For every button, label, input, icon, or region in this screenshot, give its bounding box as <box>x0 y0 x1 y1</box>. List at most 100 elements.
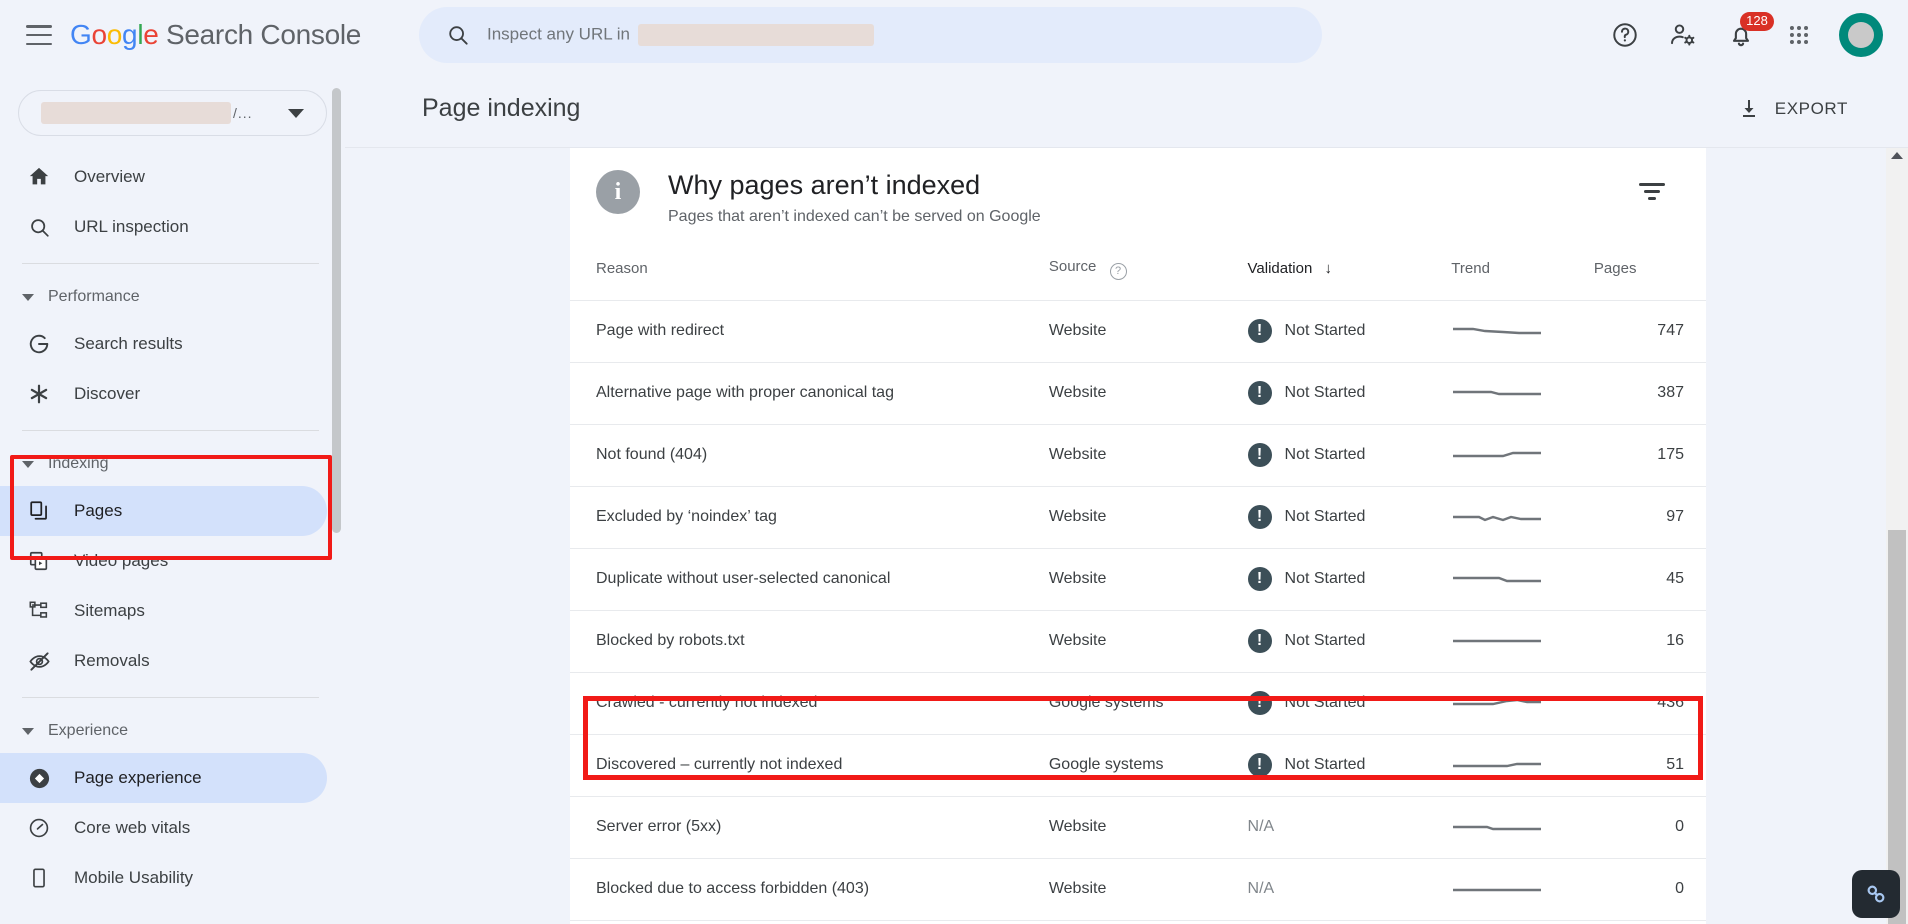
info-icon: i <box>596 170 640 214</box>
sidebar-item-mobile-usability[interactable]: Mobile Usability <box>0 853 327 903</box>
page-title: Page indexing <box>422 94 581 122</box>
column-header-reason[interactable]: Reason <box>570 244 1049 301</box>
speedometer-icon <box>26 815 52 841</box>
cell-reason[interactable]: Page with redirect <box>570 300 1049 363</box>
search-placeholder-prefix: Inspect any URL in <box>487 24 630 44</box>
table-header-row: Reason Source ? Validation ↓ Trend Pages <box>570 244 1706 301</box>
account-settings-icon[interactable] <box>1654 6 1712 64</box>
cell-validation: ! Not Started <box>1247 486 1452 549</box>
sidebar-item-url-inspection[interactable]: URL inspection <box>0 202 327 252</box>
sidebar-scrollbar[interactable] <box>332 88 341 533</box>
cell-source: Website <box>1048 858 1248 921</box>
cell-reason[interactable]: Blocked by robots.txt <box>570 610 1049 673</box>
sidebar-item-video-pages[interactable]: Video pages <box>0 536 327 586</box>
cell-trend <box>1451 734 1594 797</box>
cell-pages: 45 <box>1593 548 1706 611</box>
sidebar-item-label: Mobile Usability <box>74 868 194 887</box>
notifications-bell-icon[interactable]: 128 <box>1712 6 1774 64</box>
table-row[interactable]: Alternative page with proper canonical t… <box>570 362 1706 425</box>
warning-exclamation-icon: ! <box>1247 629 1272 654</box>
cell-pages: 51 <box>1593 734 1706 797</box>
sidebar-item-pages[interactable]: Pages <box>0 486 327 536</box>
sidebar-item-discover[interactable]: Discover <box>0 369 327 419</box>
cell-source: Website <box>1048 610 1248 673</box>
validation-status-label: Not Started <box>1284 384 1366 402</box>
card-title: Why pages aren’t indexed <box>668 170 981 200</box>
table-row[interactable]: Page with redirect Website! Not Started 747 <box>570 300 1706 363</box>
cell-trend <box>1451 424 1594 487</box>
column-header-pages[interactable]: Pages <box>1593 244 1706 301</box>
scrollbar-thumb[interactable] <box>1888 530 1906 924</box>
card-subtitle: Pages that aren’t indexed can’t be serve… <box>668 208 1041 226</box>
sidebar-item-overview[interactable]: Overview <box>0 152 327 202</box>
url-inspection-search-box[interactable]: Inspect any URL in <box>419 7 1322 63</box>
export-label: EXPORT <box>1774 98 1848 118</box>
table-row[interactable]: Excluded by ‘noindex’ tag Website! Not Sta… <box>570 486 1706 549</box>
export-button[interactable]: EXPORT <box>1729 89 1856 129</box>
sidebar-item-page-experience[interactable]: Page experience <box>0 753 327 803</box>
cell-reason[interactable]: Blocked due to access forbidden (403) <box>570 858 1049 921</box>
cell-validation: ! Not Started <box>1247 672 1452 735</box>
cell-reason[interactable]: Not found (404) <box>570 424 1049 487</box>
why-pages-arent-indexed-card: i Why pages aren’t indexed Pages that ar… <box>570 148 1706 924</box>
help-circle-icon[interactable]: ? <box>1109 262 1127 280</box>
sidebar-group-indexing[interactable]: Indexing <box>0 442 345 486</box>
sidebar-item-sitemaps[interactable]: Sitemaps <box>0 586 327 636</box>
sidebar-item-label: Discover <box>74 384 141 403</box>
filter-icon[interactable] <box>1634 176 1670 206</box>
cell-trend <box>1451 672 1594 735</box>
column-header-source[interactable]: Source ? <box>1048 244 1248 301</box>
page-header: Page indexing EXPORT <box>345 70 1908 148</box>
hamburger-menu-icon[interactable] <box>26 25 52 45</box>
help-circle-icon[interactable] <box>1596 6 1654 64</box>
browser-scrollbar[interactable] <box>1886 148 1908 924</box>
floating-extension-button[interactable] <box>1852 870 1900 918</box>
sidebar-group-experience[interactable]: Experience <box>0 709 345 753</box>
validation-status-label: Not Started <box>1284 632 1366 650</box>
trend-sparkline <box>1453 639 1542 643</box>
cell-trend <box>1451 858 1594 921</box>
link-chain-icon <box>1867 885 1885 903</box>
column-header-label: Reason <box>596 260 648 278</box>
cell-pages: 387 <box>1593 362 1706 425</box>
mobile-phone-icon <box>26 865 52 891</box>
table-row[interactable]: Crawled - currently not indexed Google sy… <box>570 672 1706 735</box>
cell-reason[interactable]: Discovered – currently not indexed <box>570 734 1049 797</box>
table-row[interactable]: Server error (5xx) Website N/A 0 <box>570 796 1706 859</box>
cell-source: Website <box>1048 424 1248 487</box>
column-header-validation[interactable]: Validation ↓ <box>1247 244 1452 301</box>
table-row[interactable]: Duplicate without user-selected canonica… <box>570 548 1706 611</box>
apps-grid-icon[interactable] <box>1770 6 1828 64</box>
sidebar-item-removals[interactable]: Removals <box>0 636 327 686</box>
table-row[interactable]: Not found (404) Website! Not Started 175 <box>570 424 1706 487</box>
table-row[interactable]: Blocked due to access forbidden (403) Web… <box>570 858 1706 921</box>
cell-trend <box>1451 796 1594 859</box>
top-bar-icons: 128 <box>1596 0 1890 70</box>
property-selector[interactable]: /... <box>18 90 327 136</box>
sidebar-item-search-results[interactable]: Search results <box>0 319 327 369</box>
cell-reason[interactable]: Crawled - currently not indexed <box>570 672 1049 735</box>
trend-sparkline <box>1453 825 1542 831</box>
cell-source: Website <box>1048 796 1248 859</box>
sidebar-item-label: URL inspection <box>74 217 189 236</box>
sidebar-item-label: Search results <box>74 334 183 353</box>
table-row[interactable]: Discovered – currently not indexed Google… <box>570 734 1706 797</box>
column-header-trend[interactable]: Trend <box>1451 244 1594 301</box>
sidebar-item-core-web-vitals[interactable]: Core web vitals <box>0 803 327 853</box>
scroll-up-arrow-icon[interactable] <box>1891 152 1903 159</box>
cell-reason[interactable]: Excluded by ‘noindex’ tag <box>570 486 1049 549</box>
avatar[interactable] <box>1832 6 1890 64</box>
validation-status-label: Not Started <box>1284 508 1366 526</box>
google-g-icon <box>26 331 52 357</box>
cell-reason[interactable]: Duplicate without user-selected canonica… <box>570 548 1049 611</box>
sort-descending-arrow-icon: ↓ <box>1324 260 1332 278</box>
warning-exclamation-icon: ! <box>1247 691 1272 716</box>
cell-validation: ! Not Started <box>1247 362 1452 425</box>
trend-sparkline <box>1453 390 1542 396</box>
warning-exclamation-icon: ! <box>1247 505 1272 530</box>
asterisk-icon <box>26 381 52 407</box>
cell-reason[interactable]: Alternative page with proper canonical t… <box>570 362 1049 425</box>
cell-reason[interactable]: Server error (5xx) <box>570 796 1049 859</box>
sidebar-group-performance[interactable]: Performance <box>0 275 345 319</box>
table-row[interactable]: Blocked by robots.txt Website! Not Started… <box>570 610 1706 673</box>
